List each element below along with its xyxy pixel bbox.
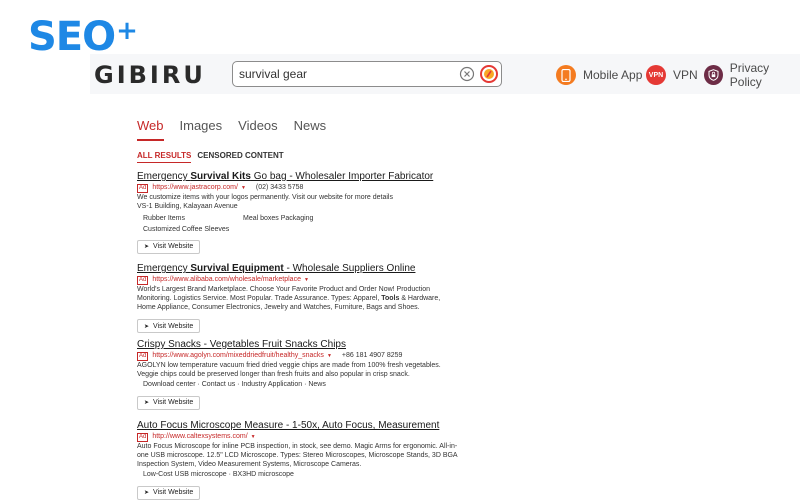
filter-censored-content[interactable]: CENSORED CONTENT <box>197 151 283 163</box>
result-url[interactable]: https://www.jastracorp.com/ <box>152 183 238 193</box>
tab-images[interactable]: Images <box>180 118 223 141</box>
caret-down-icon[interactable]: ▼ <box>304 275 309 285</box>
result-title-link[interactable]: Auto Focus Microscope Measure - 1-50x, A… <box>137 419 477 432</box>
result-phone[interactable]: (02) 3433 5758 <box>256 183 303 193</box>
top-bar: GIBIRU Mobile App VPN VPN Privacy Policy <box>90 54 800 94</box>
nav-mobile-app-label: Mobile App <box>583 68 643 82</box>
result-url[interactable]: http://www.caltexsystems.com/ <box>152 432 247 442</box>
vpn-icon: VPN <box>646 65 666 85</box>
result-filters: ALL RESULTS CENSORED CONTENT <box>137 151 284 163</box>
result-url-line: Ad http://www.caltexsystems.com/ ▼ <box>137 432 477 442</box>
nav-privacy-policy[interactable]: Privacy Policy <box>704 61 800 89</box>
clear-search-icon[interactable] <box>459 66 475 82</box>
sitelink[interactable]: Rubber Items <box>143 213 243 224</box>
result-sitelinks[interactable]: Download center · Contact us · Industry … <box>143 379 477 391</box>
play-arrow-icon: ➤ <box>144 490 150 496</box>
tab-web[interactable]: Web <box>137 118 164 141</box>
search-result: Emergency Survival Kits Go bag - Wholesa… <box>137 170 477 254</box>
caret-down-icon[interactable]: ▼ <box>241 183 246 193</box>
result-title-link[interactable]: Emergency Survival Equipment - Wholesale… <box>137 262 477 275</box>
tab-videos[interactable]: Videos <box>238 118 278 141</box>
result-sitelinks[interactable]: Low-Cost USB microscope · BX3HD microsco… <box>143 469 477 481</box>
result-url-line: Ad https://www.agolyn.com/mixeddriedfrui… <box>137 351 477 361</box>
result-sitelinks: Rubber Items Meal boxes Packaging Custom… <box>143 213 477 235</box>
search-result: Emergency Survival Equipment - Wholesale… <box>137 262 477 333</box>
result-description: We customize items with your logos perma… <box>137 194 393 201</box>
seo-logo-plus: + <box>116 16 138 46</box>
search-submit-icon[interactable] <box>480 65 498 83</box>
ad-badge: Ad <box>137 275 149 285</box>
result-description: one USB microscope. 12.5" LCD Microscope… <box>137 452 458 459</box>
search-box <box>232 61 502 87</box>
filter-all-results[interactable]: ALL RESULTS <box>137 151 192 163</box>
result-title-link[interactable]: Emergency Survival Kits Go bag - Wholesa… <box>137 170 477 183</box>
ad-badge: Ad <box>137 183 149 193</box>
visit-website-button[interactable]: ➤ Visit Website <box>137 395 201 410</box>
result-description: Inspection System, Video Measurement Sys… <box>137 461 362 468</box>
tab-news[interactable]: News <box>294 118 327 141</box>
nav-privacy-policy-label: Privacy Policy <box>729 61 770 89</box>
result-description: VS-1 Building, Kalayaan Avenue <box>137 203 238 210</box>
search-input[interactable] <box>239 65 449 83</box>
nav-mobile-app[interactable]: Mobile App <box>556 63 642 87</box>
result-description: Monitoring. Logistics Service. Most Popu… <box>137 295 441 302</box>
nav-vpn[interactable]: VPN VPN <box>646 63 698 87</box>
mobile-phone-icon <box>556 65 576 85</box>
sitelink[interactable]: Customized Coffee Sleeves <box>143 224 243 235</box>
play-arrow-icon: ➤ <box>144 323 150 330</box>
result-description: AGOLYN low temperature vacuum fried drie… <box>137 362 441 369</box>
gibiru-logo[interactable]: GIBIRU <box>94 61 206 89</box>
result-description: Veggie chips could be preserved longer t… <box>137 371 410 378</box>
result-url[interactable]: https://www.alibaba.com/wholesale/market… <box>152 275 301 285</box>
caret-down-icon[interactable]: ▼ <box>327 351 332 361</box>
result-description: World's Largest Brand Marketplace. Choos… <box>137 286 431 293</box>
nav-vpn-label: VPN <box>673 68 698 82</box>
result-url-line: Ad https://www.alibaba.com/wholesale/mar… <box>137 275 477 285</box>
privacy-shield-icon <box>704 65 723 85</box>
sitelink[interactable]: Meal boxes Packaging <box>243 213 363 224</box>
result-url-line: Ad https://www.jastracorp.com/ ▼ (02) 34… <box>137 183 477 193</box>
play-arrow-icon: ➤ <box>144 244 150 250</box>
search-result: Crispy Snacks - Vegetables Fruit Snacks … <box>137 338 477 410</box>
search-result: Auto Focus Microscope Measure - 1-50x, A… <box>137 419 477 500</box>
caret-down-icon[interactable]: ▼ <box>251 432 256 442</box>
play-arrow-icon: ➤ <box>144 400 150 406</box>
visit-website-button[interactable]: ➤ Visit Website <box>137 319 201 333</box>
result-phone[interactable]: +86 181 4907 8259 <box>342 351 403 361</box>
result-url[interactable]: https://www.agolyn.com/mixeddriedfruit/h… <box>152 351 324 361</box>
ad-badge: Ad <box>137 432 149 442</box>
search-type-tabs: Web Images Videos News <box>137 118 326 141</box>
visit-website-button[interactable]: ➤ Visit Website <box>137 239 201 254</box>
visit-website-button[interactable]: ➤ Visit Website <box>137 485 201 500</box>
result-title-link[interactable]: Crispy Snacks - Vegetables Fruit Snacks … <box>137 338 477 351</box>
result-description: Auto Focus Microscope for inline PCB ins… <box>137 443 458 450</box>
ad-badge: Ad <box>137 351 149 361</box>
result-description: Home Appliance, Consumer Electronics, Je… <box>137 304 420 311</box>
